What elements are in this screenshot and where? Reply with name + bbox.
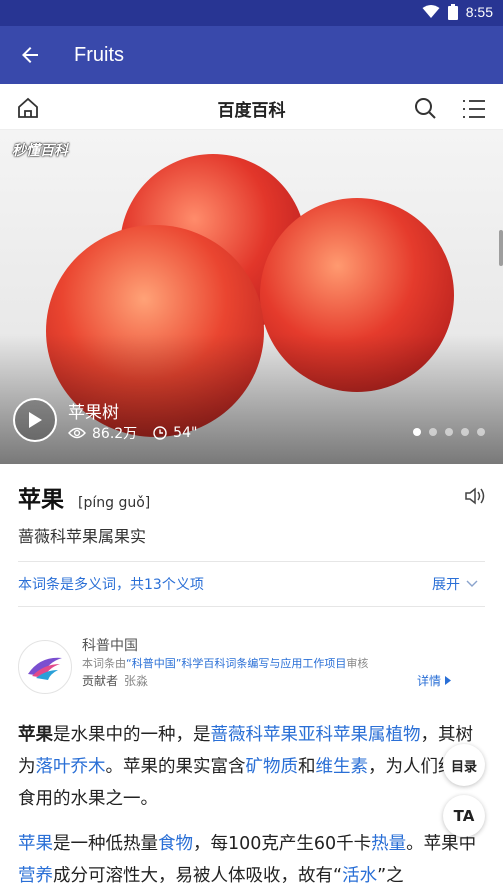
wifi-icon (422, 5, 440, 18)
link-vitamins[interactable]: 维生素 (316, 757, 369, 777)
contributor-name: 张淼 (124, 674, 149, 688)
org-note-prefix: 本词条由 (82, 657, 126, 670)
eye-icon (68, 427, 86, 439)
video-duration: 54" (173, 425, 198, 441)
font-size-button[interactable]: TA (443, 795, 485, 837)
polysemy-link[interactable]: 本词条是多义词，共13个义项 (18, 574, 204, 594)
entry-description: 蔷薇科苹果属果实 (18, 527, 147, 546)
menu-icon[interactable] (462, 97, 486, 121)
divider (18, 606, 485, 607)
link-deciduous-tree[interactable]: 落叶乔木 (36, 757, 106, 777)
status-bar: 8:55 (0, 0, 503, 26)
view-count: 86.2万 (92, 426, 138, 442)
carousel-dot[interactable] (461, 428, 469, 436)
link-apple[interactable]: 苹果 (18, 834, 53, 854)
scrollbar[interactable] (499, 230, 503, 266)
link-nutrition[interactable]: 营养 (18, 866, 53, 886)
kepu-logo-icon (28, 657, 62, 680)
entry-word: 苹果 (18, 487, 64, 513)
divider (18, 561, 485, 562)
entry-heading: 苹果 [píng guǒ] (18, 480, 150, 514)
org-name[interactable]: 科普中国 (82, 635, 138, 655)
text-span: 是水果中的一种，是 (53, 725, 211, 745)
org-review-note: 本词条由“科普中国”科学百科词条编写与应用工作项目审核 (82, 655, 368, 671)
expand-label: 展开 (432, 577, 460, 593)
carousel-dot[interactable] (477, 428, 485, 436)
text-span: ，每100克产生60千卡 (193, 834, 372, 854)
app-title: Fruits (74, 43, 124, 66)
site-header: 百度百科 (0, 84, 503, 130)
link-calories[interactable]: 热量 (371, 834, 406, 854)
carousel-dots (413, 428, 485, 436)
arrow-left-icon (22, 47, 38, 63)
back-button[interactable] (0, 26, 60, 84)
details-label: 详情 (417, 674, 442, 688)
link-minerals[interactable]: 矿物质 (246, 757, 299, 777)
search-icon[interactable] (413, 96, 437, 120)
org-note-project-link[interactable]: “科普中国”科学百科词条编写与应用工作项目 (126, 657, 346, 670)
summary-paragraph: 苹果是水果中的一种，是蔷薇科苹果亚科苹果属植物，其树为落叶乔木。苹果的果实富含矿… (18, 719, 488, 815)
battery-icon (447, 4, 458, 20)
expand-button[interactable]: 展开 (432, 574, 478, 594)
org-note-suffix: 审核 (346, 657, 369, 670)
text-span: ”之 (377, 866, 404, 886)
toc-button[interactable]: 目录 (443, 744, 485, 786)
text-span: 。苹果中 (406, 834, 477, 854)
video-meta: 86.2万 54" (68, 423, 197, 443)
contributor: 贡献者 张淼 (82, 672, 148, 689)
caret-right-icon (445, 676, 452, 685)
org-logo[interactable] (18, 640, 72, 694)
term-bold: 苹果 (18, 725, 53, 745)
app-bar: Fruits (0, 26, 503, 84)
status-time: 8:55 (465, 4, 493, 20)
video-source-logo: 秒懂百科 (12, 143, 68, 159)
text-span: 。苹果的果实富含 (105, 757, 246, 777)
link-rosaceae[interactable]: 蔷薇科苹果亚科苹果属植物 (211, 725, 421, 745)
nutrition-paragraph: 苹果是一种低热量食物，每100克产生60千卡热量。苹果中营养成分可溶性大，易被人… (18, 828, 488, 892)
chevron-down-icon (466, 580, 478, 587)
link-living-water[interactable]: 活水 (342, 866, 377, 886)
play-icon (29, 412, 42, 428)
carousel-dot[interactable] (429, 428, 437, 436)
speaker-icon[interactable] (464, 485, 486, 507)
font-size-icon: TA (453, 807, 475, 825)
link-food[interactable]: 食物 (158, 834, 193, 854)
details-link[interactable]: 详情 (417, 672, 452, 689)
text-span: 是一种低热量 (53, 834, 158, 854)
clock-icon (153, 426, 167, 440)
play-button[interactable] (13, 398, 57, 442)
text-span: 和 (298, 757, 316, 777)
video-title: 苹果树 (68, 403, 119, 423)
contributor-label: 贡献者 (82, 674, 119, 688)
hero-video[interactable]: 秒懂百科 苹果树 86.2万 54" (0, 130, 503, 464)
carousel-dot[interactable] (413, 428, 421, 436)
carousel-dot[interactable] (445, 428, 453, 436)
entry-pinyin: [píng guǒ] (78, 495, 151, 511)
text-span: 成分可溶性大，易被人体吸收，故有“ (53, 866, 343, 886)
